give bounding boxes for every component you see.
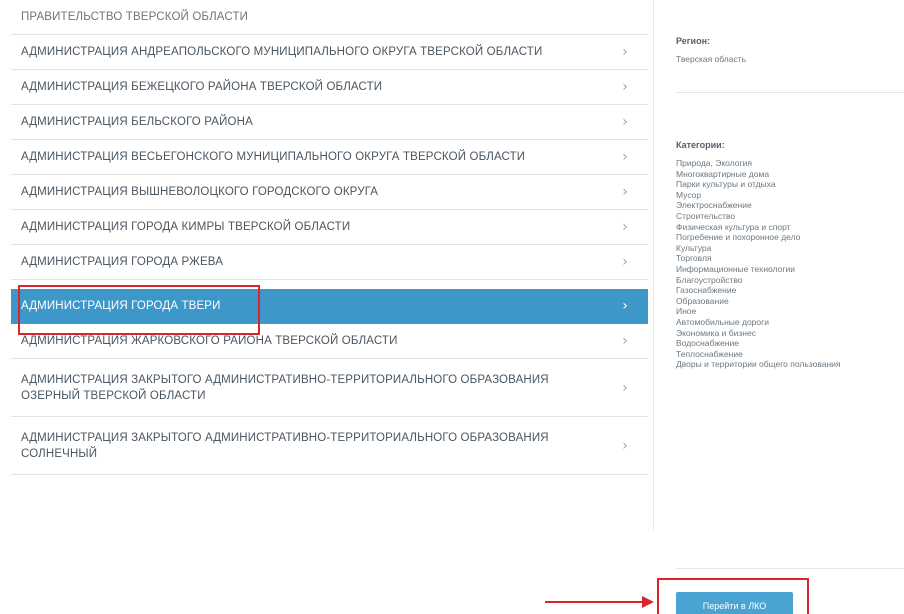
region-title: Регион: xyxy=(676,36,710,46)
categories-list: Природа, Экология Многоквартирные дома Пар… xyxy=(676,158,904,370)
chevron-right-icon: › xyxy=(622,44,628,60)
category-item: Образование xyxy=(676,295,729,306)
categories-section: Категории: Природа, Экология Многоквартир… xyxy=(676,140,904,370)
category-item: Торговля xyxy=(676,253,712,264)
org-item-selected[interactable]: АДМИНИСТРАЦИЯ ГОРОДА ТВЕРИ › xyxy=(11,289,648,324)
org-item-label: АДМИНИСТРАЦИЯ ЖАРКОВСКОГО РАЙОНА ТВЕРСКО… xyxy=(21,335,398,347)
org-item[interactable]: АДМИНИСТРАЦИЯ ВЫШНЕВОЛОЦКОГО ГОРОДСКОГО … xyxy=(11,175,648,210)
org-item-label: АДМИНИСТРАЦИЯ БЕЛЬСКОГО РАЙОНА xyxy=(21,116,253,128)
category-item: Экономика и бизнес xyxy=(676,327,756,338)
chevron-right-icon: › xyxy=(622,184,628,200)
category-item: Парки культуры и отдыха xyxy=(676,179,776,190)
org-item-label: АДМИНИСТРАЦИЯ ГОРОДА ТВЕРИ xyxy=(21,300,221,312)
category-item: Физическая культура и спорт xyxy=(676,221,791,232)
category-item: Мусор xyxy=(676,189,702,200)
org-item-label: АДМИНИСТРАЦИЯ БЕЖЕЦКОГО РАЙОНА ТВЕРСКОЙ … xyxy=(21,81,383,93)
org-item[interactable]: АДМИНИСТРАЦИЯ БЕЖЕЦКОГО РАЙОНА ТВЕРСКОЙ … xyxy=(11,70,648,105)
org-item-label: АДМИНИСТРАЦИЯ ВЫШНЕВОЛОЦКОГО ГОРОДСКОГО … xyxy=(21,186,379,198)
categories-title: Категории: xyxy=(676,140,725,150)
category-item: Теплоснабжение xyxy=(676,348,743,359)
category-item: Дворы и территории общего пользования xyxy=(676,359,841,370)
region-value: Тверская область xyxy=(676,54,747,64)
org-item[interactable]: ПРАВИТЕЛЬСТВО ТВЕРСКОЙ ОБЛАСТИ xyxy=(11,0,648,35)
org-item[interactable]: АДМИНИСТРАЦИЯ ЖАРКОВСКОГО РАЙОНА ТВЕРСКО… xyxy=(11,324,648,359)
org-item-label: АДМИНИСТРАЦИЯ ЗАКРЫТОГО АДМИНИСТРАТИВНО-… xyxy=(21,431,549,460)
chevron-right-icon: › xyxy=(622,333,628,349)
chevron-right-icon: › xyxy=(622,219,628,235)
category-item: Многоквартирные дома xyxy=(676,168,770,179)
org-item[interactable]: АДМИНИСТРАЦИЯ ЗАКРЫТОГО АДМИНИСТРАТИВНО-… xyxy=(11,359,648,417)
category-item: Информационные технологии xyxy=(676,263,795,274)
org-item-label: АДМИНИСТРАЦИЯ ВЕСЬЕГОНСКОГО МУНИЦИПАЛЬНО… xyxy=(21,151,526,163)
org-item-label: ПРАВИТЕЛЬСТВО ТВЕРСКОЙ ОБЛАСТИ xyxy=(21,11,249,23)
category-item: Природа, Экология xyxy=(676,158,752,168)
details-panel: Регион: Тверская область Категории: Прир… xyxy=(660,0,904,614)
category-item: Газоснабжение xyxy=(676,285,737,296)
chevron-right-icon: › xyxy=(622,79,628,95)
chevron-right-icon: › xyxy=(622,149,628,165)
category-item: Благоустройство xyxy=(676,274,743,285)
org-item[interactable]: АДМИНИСТРАЦИЯ ГОРОДА КИМРЫ ТВЕРСКОЙ ОБЛА… xyxy=(11,210,648,245)
org-item-label: АДМИНИСТРАЦИЯ АНДРЕАПОЛЬСКОГО МУНИЦИПАЛЬ… xyxy=(21,46,543,58)
goto-lko-button[interactable]: Перейти в ЛКО xyxy=(676,592,793,614)
chevron-right-icon: › xyxy=(622,114,628,130)
org-item-label: АДМИНИСТРАЦИЯ ГОРОДА РЖЕВА xyxy=(21,256,224,268)
category-item: Строительство xyxy=(676,210,736,221)
region-section: Регион: Тверская область xyxy=(676,36,904,65)
annotation-arrow-icon xyxy=(642,596,654,608)
org-item[interactable]: АДМИНИСТРАЦИЯ АНДРЕАПОЛЬСКОГО МУНИЦИПАЛЬ… xyxy=(11,35,648,70)
category-item: Культура xyxy=(676,242,712,253)
category-item: Автомобильные дороги xyxy=(676,316,769,327)
details-separator xyxy=(676,568,904,569)
chevron-right-icon: › xyxy=(622,254,628,270)
category-item: Электроснабжение xyxy=(676,200,752,211)
column-divider xyxy=(653,0,654,530)
details-separator xyxy=(676,92,904,93)
org-item[interactable]: АДМИНИСТРАЦИЯ ВЕСЬЕГОНСКОГО МУНИЦИПАЛЬНО… xyxy=(11,140,648,175)
annotation-arrow-line xyxy=(545,601,645,603)
org-item-label: АДМИНИСТРАЦИЯ ЗАКРЫТОГО АДМИНИСТРАТИВНО-… xyxy=(21,373,549,402)
org-item[interactable]: АДМИНИСТРАЦИЯ ГОРОДА РЖЕВА › xyxy=(11,245,648,280)
chevron-right-icon: › xyxy=(622,379,628,396)
chevron-right-icon: › xyxy=(622,298,628,314)
org-item-label: АДМИНИСТРАЦИЯ ГОРОДА КИМРЫ ТВЕРСКОЙ ОБЛА… xyxy=(21,221,351,233)
category-item: Водоснабжение xyxy=(676,338,739,349)
category-item: Иное xyxy=(676,306,697,317)
org-item[interactable]: АДМИНИСТРАЦИЯ ЗАКРЫТОГО АДМИНИСТРАТИВНО-… xyxy=(11,417,648,475)
org-item[interactable]: АДМИНИСТРАЦИЯ БЕЛЬСКОГО РАЙОНА › xyxy=(11,105,648,140)
chevron-right-icon: › xyxy=(622,437,628,454)
category-item: Погребение и похоронное дело xyxy=(676,232,801,243)
organization-list: ПРАВИТЕЛЬСТВО ТВЕРСКОЙ ОБЛАСТИ АДМИНИСТРА… xyxy=(11,0,648,478)
